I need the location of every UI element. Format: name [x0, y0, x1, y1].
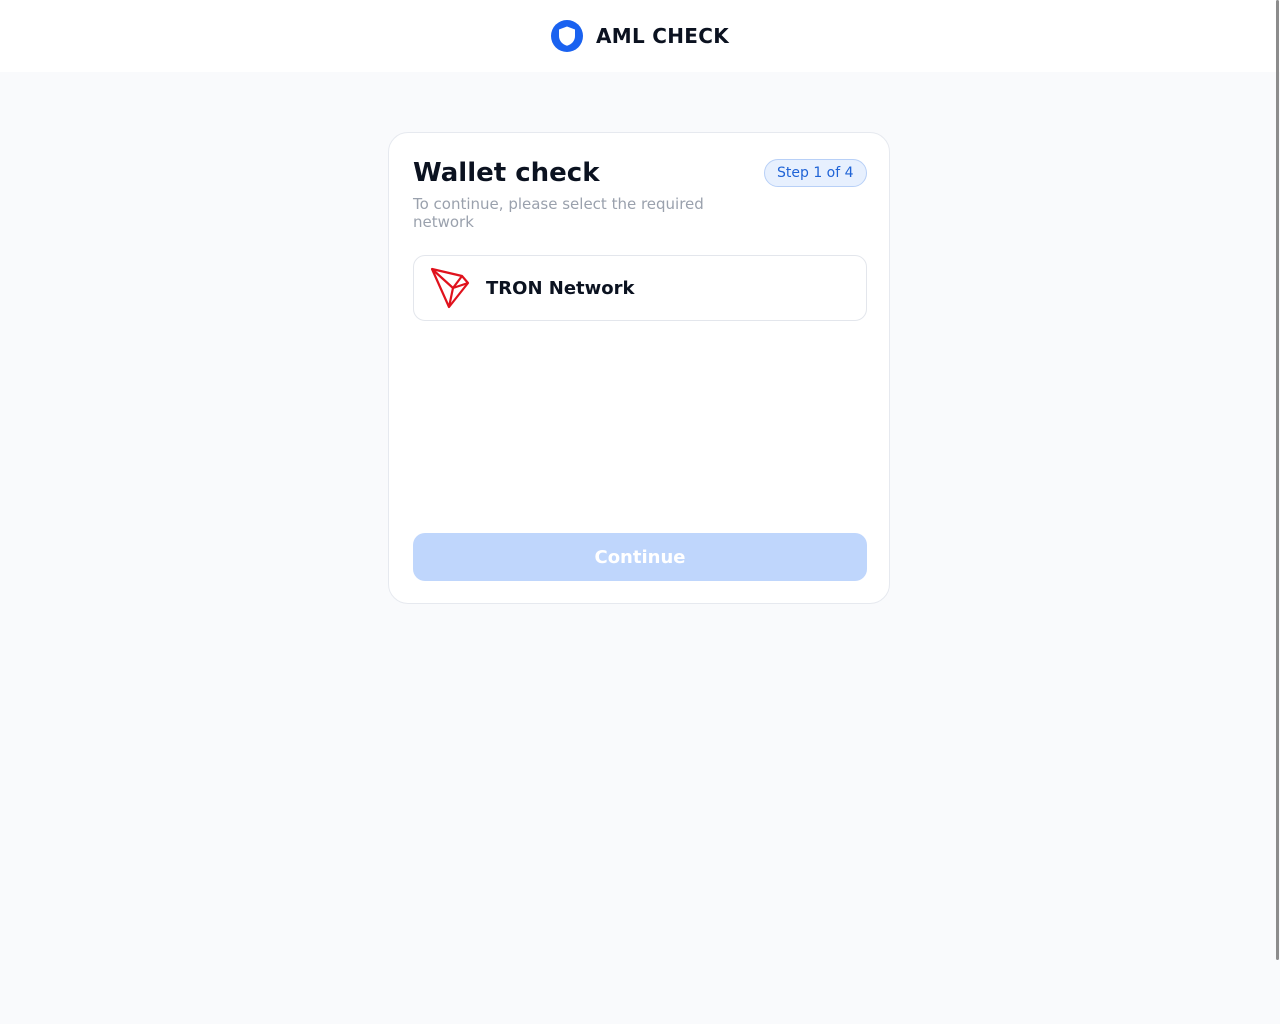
card-subtitle: To continue, please select the required …	[413, 195, 704, 231]
network-option-tron[interactable]: TRON Network	[413, 255, 867, 321]
top-bar: AML CHECK	[0, 0, 1280, 72]
brand-name: AML CHECK	[595, 24, 730, 48]
card-title: Wallet check	[413, 158, 600, 188]
shield-icon	[550, 20, 583, 52]
wallet-check-card: Wallet check To continue, please select …	[388, 132, 890, 604]
step-badge: Step 1 of 4	[764, 159, 867, 187]
tron-icon	[430, 267, 470, 309]
network-label: TRON Network	[486, 277, 635, 299]
continue-button[interactable]: Continue	[413, 533, 867, 581]
brand[interactable]: AML CHECK	[550, 20, 730, 52]
scrollbar[interactable]	[1276, 0, 1279, 960]
